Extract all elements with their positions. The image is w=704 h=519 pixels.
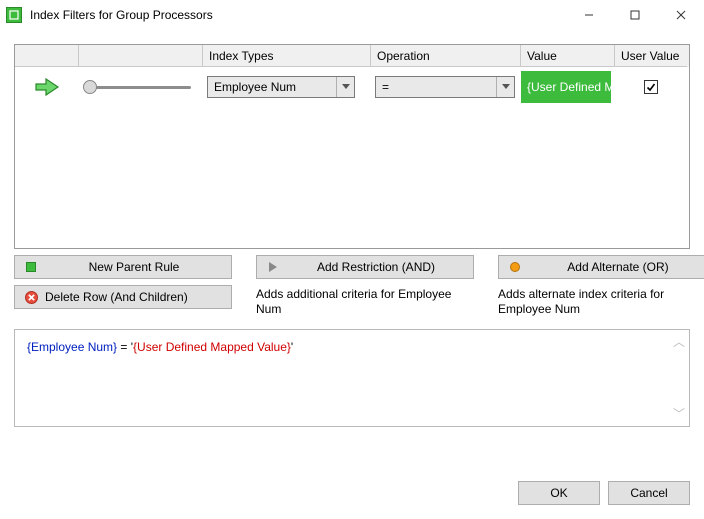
add-alternate-label: Add Alternate (OR) <box>529 260 704 274</box>
ok-button[interactable]: OK <box>518 481 600 505</box>
grid-header-row: Index Types Operation Value User Value <box>15 45 689 67</box>
new-parent-rule-button[interactable]: New Parent Rule <box>14 255 232 279</box>
app-icon <box>6 7 22 23</box>
new-parent-rule-label: New Parent Rule <box>45 260 223 274</box>
scroll-up-icon[interactable]: ︿ <box>673 336 685 348</box>
dot-orange-icon <box>507 259 523 275</box>
cancel-label: Cancel <box>630 486 667 500</box>
grid-header-blank1 <box>15 45 79 67</box>
grid-header-value: Value <box>521 45 615 67</box>
window-close-button[interactable] <box>658 0 704 30</box>
add-restriction-button[interactable]: Add Restriction (AND) <box>256 255 474 279</box>
window-maximize-button[interactable] <box>612 0 658 30</box>
add-alternate-desc: Adds alternate index criteria for Employ… <box>498 287 704 317</box>
user-value-checkbox[interactable] <box>644 80 658 94</box>
expr-q2: ' <box>291 340 293 354</box>
window-minimize-button[interactable] <box>566 0 612 30</box>
value-cell[interactable]: {User Defined Ma... <box>521 71 611 103</box>
expr-value: {User Defined Mapped Value} <box>133 340 291 354</box>
add-restriction-desc: Adds additional criteria for Employee Nu… <box>256 287 474 317</box>
add-alternate-button[interactable]: Add Alternate (OR) <box>498 255 704 279</box>
filter-grid: Index Types Operation Value User Value <box>14 44 690 249</box>
add-restriction-label: Add Restriction (AND) <box>287 260 465 274</box>
delete-icon <box>23 289 39 305</box>
ok-label: OK <box>550 486 567 500</box>
index-type-select[interactable]: Employee Num <box>207 76 355 98</box>
grid-header-operation: Operation <box>371 45 521 67</box>
cancel-button[interactable]: Cancel <box>608 481 690 505</box>
value-text: {User Defined Ma... <box>527 80 611 94</box>
current-row-arrow-icon <box>19 76 75 98</box>
grid-header-user-value: User Value <box>615 45 687 67</box>
play-icon <box>265 259 281 275</box>
filter-row[interactable]: Employee Num = {User Defined Ma... <box>15 67 689 107</box>
delete-row-label: Delete Row (And Children) <box>45 290 223 304</box>
square-green-icon <box>23 259 39 275</box>
chevron-down-icon <box>496 77 514 97</box>
operation-value: = <box>376 80 496 94</box>
priority-slider[interactable] <box>83 80 191 94</box>
expression-preview: {Employee Num} = '{User Defined Mapped V… <box>14 329 690 427</box>
operation-select[interactable]: = <box>375 76 515 98</box>
grid-header-blank2 <box>79 45 203 67</box>
window-titlebar: Index Filters for Group Processors <box>0 0 704 30</box>
window-title: Index Filters for Group Processors <box>30 8 566 22</box>
expr-field: {Employee Num} <box>27 340 117 354</box>
grid-header-index-types: Index Types <box>203 45 371 67</box>
delete-row-button[interactable]: Delete Row (And Children) <box>14 285 232 309</box>
expr-eq: = <box>117 340 131 354</box>
index-type-value: Employee Num <box>208 80 336 94</box>
scroll-down-icon[interactable]: ﹀ <box>673 408 685 420</box>
chevron-down-icon <box>336 77 354 97</box>
